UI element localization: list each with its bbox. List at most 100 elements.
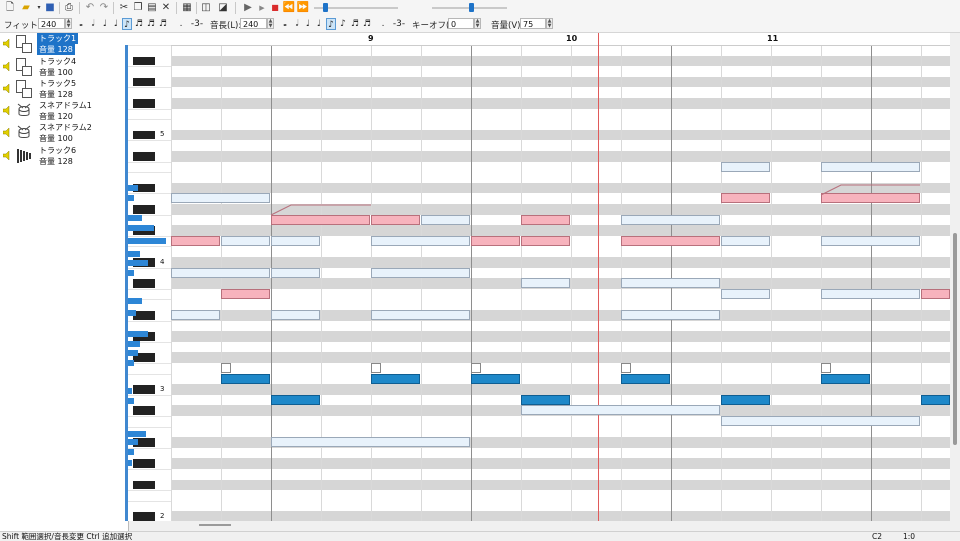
quarter-dot-note-button[interactable]: ♩: [111, 18, 121, 30]
track-item[interactable]: トラック1 音量 128: [0, 33, 127, 55]
length-dot-button[interactable]: .: [378, 18, 388, 30]
stop-icon[interactable]: ■: [269, 2, 281, 14]
speaker-icon[interactable]: [3, 151, 11, 160]
volume-slider-thumb[interactable]: [469, 3, 474, 12]
black-key[interactable]: [133, 56, 155, 66]
length-quarter-dot-button[interactable]: ♩: [314, 18, 324, 30]
speaker-icon[interactable]: [3, 84, 11, 93]
volume-spinner[interactable]: ▲ ▼: [546, 18, 553, 29]
velocity-bar: [128, 350, 138, 356]
speaker-icon[interactable]: [3, 39, 11, 48]
keyoff-input[interactable]: 0: [448, 18, 474, 29]
black-key[interactable]: [133, 130, 155, 140]
velocity-bar: [128, 360, 134, 366]
open-folder-icon[interactable]: ▰: [20, 2, 32, 14]
redo-icon[interactable]: ↷: [98, 2, 110, 14]
drum-icon: [17, 125, 31, 138]
cut-icon[interactable]: ✂: [118, 2, 130, 14]
fast-forward-icon[interactable]: ⏩: [297, 2, 309, 14]
copy-icon[interactable]: ❐: [132, 2, 144, 14]
properties-icon[interactable]: ▦: [181, 2, 193, 14]
black-key[interactable]: [133, 480, 155, 490]
track-item[interactable]: スネアドラム1 音量 120: [0, 100, 127, 122]
length-quarter-button[interactable]: ♩: [303, 18, 313, 30]
thirtysecond-note-button[interactable]: ♬: [146, 18, 156, 30]
length-eighth-button[interactable]: ♪: [326, 18, 336, 30]
horizontal-scrollbar[interactable]: [171, 521, 950, 530]
black-key[interactable]: [133, 459, 155, 468]
track-volume: 音量 128: [39, 90, 73, 99]
key-divider: [128, 394, 171, 396]
vertical-scroll-thumb[interactable]: [953, 233, 957, 445]
length-sixteenth-button[interactable]: ♪: [338, 18, 348, 30]
play-icon[interactable]: ▶: [242, 2, 254, 14]
length-input[interactable]: 240: [240, 18, 267, 29]
black-key[interactable]: [133, 77, 155, 87]
black-key[interactable]: [133, 311, 155, 320]
fit-input[interactable]: 240: [38, 18, 65, 29]
dot-button[interactable]: .: [176, 18, 186, 30]
toolbar-separator: [79, 2, 80, 14]
sixtyfourth-note-button[interactable]: ♬: [158, 18, 168, 30]
tempo-slider-thumb[interactable]: [323, 3, 328, 12]
length-sixtyfourth-button[interactable]: ♬: [362, 18, 372, 30]
sixteenth-note-button[interactable]: ♬: [134, 18, 144, 30]
black-key[interactable]: [133, 99, 155, 108]
save-icon[interactable]: ■: [44, 2, 56, 14]
key-divider: [128, 267, 171, 269]
half-note-button[interactable]: 𝅗𝅥: [88, 18, 98, 30]
key-divider: [128, 490, 171, 492]
track-item[interactable]: トラック6 音量 128: [0, 145, 127, 167]
octave-label: 3: [160, 385, 165, 393]
volume-input[interactable]: 75: [520, 18, 546, 29]
black-key[interactable]: [133, 385, 155, 394]
key-divider: [128, 363, 171, 364]
fit-spinner[interactable]: ▲ ▼: [65, 18, 72, 29]
window-icon[interactable]: ◫: [200, 2, 212, 14]
speaker-icon[interactable]: [3, 106, 11, 115]
eighth-note-button[interactable]: ♪: [122, 18, 132, 30]
undo-icon[interactable]: ↶: [84, 2, 96, 14]
piano-keyboard[interactable]: 5 4 3 2: [128, 33, 171, 521]
key-divider: [128, 235, 171, 237]
length-whole-button[interactable]: 𝅝: [280, 18, 290, 30]
vertical-scrollbar[interactable]: [950, 33, 960, 521]
length-thirtysecond-button[interactable]: ♬: [350, 18, 360, 30]
print-icon[interactable]: ⎙: [63, 2, 75, 14]
window2-icon[interactable]: ◪: [217, 2, 229, 14]
velocity-bar: [128, 238, 166, 244]
black-key[interactable]: [133, 279, 155, 288]
key-divider: [128, 172, 171, 174]
velocity-bar: [128, 215, 142, 221]
track-volume: 音量 100: [39, 68, 73, 77]
track-item[interactable]: トラック5 音量 128: [0, 78, 127, 100]
speaker-icon[interactable]: [3, 128, 11, 137]
piano-roll-grid[interactable]: 9 10 11: [171, 33, 950, 521]
black-key[interactable]: [133, 512, 155, 521]
black-key[interactable]: [133, 406, 155, 415]
speaker-icon[interactable]: [3, 62, 11, 71]
length-half-button[interactable]: 𝅗𝅥: [292, 18, 302, 30]
paste-icon[interactable]: ▤: [146, 2, 158, 14]
whole-note-button[interactable]: 𝅝: [76, 18, 86, 30]
velocity-bar: [128, 195, 134, 201]
black-key[interactable]: [133, 152, 155, 161]
track-volume: 音量 128: [37, 44, 75, 55]
velocity-bar: [128, 225, 154, 231]
edit-toolbar: フィット(F): 240 ▲ ▼ 𝅝 𝅗𝅥 ♩ ♩ ♪ ♬ ♬ ♬ . -3- 音…: [0, 16, 960, 33]
length-spinner[interactable]: ▲ ▼: [267, 18, 274, 29]
track-name: スネアドラム1: [39, 101, 92, 110]
play-from-icon[interactable]: ▶: [256, 2, 268, 14]
track-item[interactable]: トラック4 音量 100: [0, 56, 127, 78]
rewind-icon[interactable]: ⏪: [283, 2, 295, 14]
triplet-button[interactable]: -3-: [190, 18, 204, 30]
new-file-icon[interactable]: 🗋: [4, 2, 16, 14]
delete-icon[interactable]: ✕: [160, 2, 172, 14]
velocity-bar: [128, 260, 148, 266]
length-triplet-button[interactable]: -3-: [392, 18, 406, 30]
track-item[interactable]: スネアドラム2 音量 100: [0, 122, 127, 144]
black-key[interactable]: [133, 205, 155, 214]
keyoff-spinner[interactable]: ▲ ▼: [474, 18, 481, 29]
quarter-note-button[interactable]: ♩: [100, 18, 110, 30]
horizontal-scroll-thumb[interactable]: [199, 524, 231, 526]
